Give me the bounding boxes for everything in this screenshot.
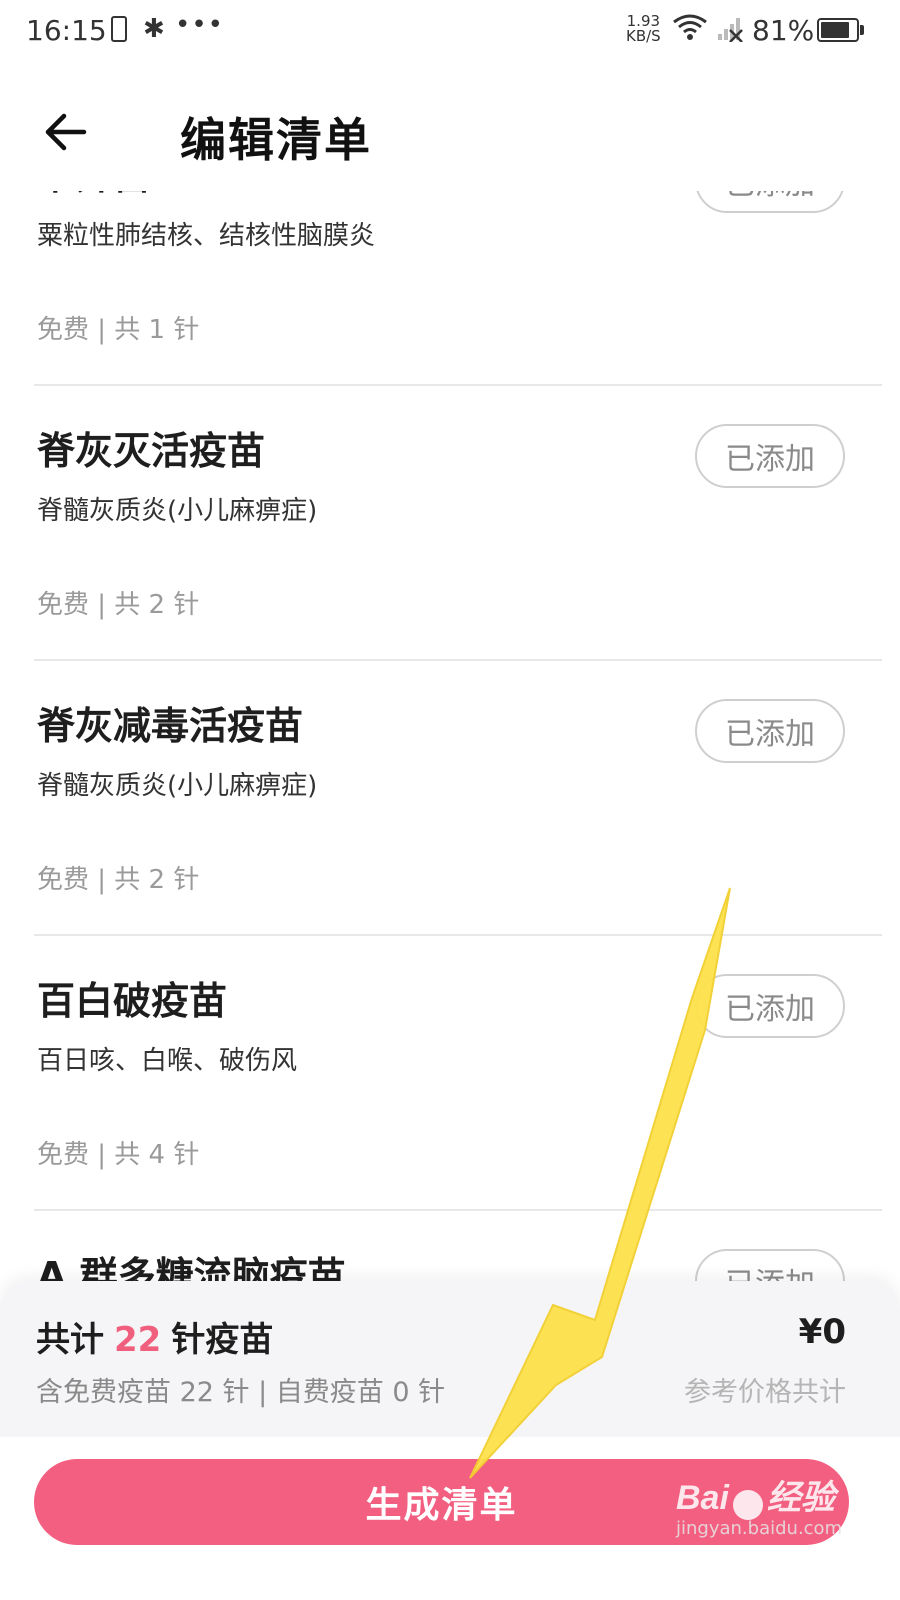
vaccine-name: A 群多糖流脑疫苗 [37, 1254, 346, 1281]
bluetooth-icon: ✱ [143, 14, 165, 44]
added-button[interactable]: 已添加 [695, 974, 845, 1038]
paw-icon [732, 1489, 763, 1520]
vaccine-meta: 免费 | 共 2 针 [37, 865, 200, 895]
vaccine-item: 百白破疫苗 百日咳、白喉、破伤风 免费 | 共 4 针 已添加 [34, 936, 882, 1211]
battery-percent: 81% [752, 14, 815, 47]
vaccine-item: 脊灰减毒活疫苗 脊髓灰质炎(小儿麻痹症) 免费 | 共 2 针 已添加 [34, 661, 882, 936]
status-time: 16:15 [26, 14, 107, 47]
vaccine-name: 百白破疫苗 [37, 979, 228, 1023]
vaccine-item: A 群多糖流脑疫苗 已添加 [34, 1211, 882, 1281]
app-header: 编辑清单 [0, 66, 900, 191]
watermark-logo-suffix: 经验 [766, 1479, 835, 1517]
status-bar: 16:15 ✱ ••• 1.93 KB/S 81% [0, 0, 900, 66]
watermark-logo: Bai [676, 1479, 729, 1517]
vaccine-description: 脊髓灰质炎(小儿麻痹症) [37, 771, 318, 801]
battery-icon [817, 18, 859, 42]
more-notifications-icon: ••• [175, 10, 225, 40]
vibrate-icon [111, 16, 127, 42]
vaccine-name: 脊灰灭活疫苗 [37, 429, 266, 473]
vaccine-meta: 免费 | 共 4 针 [37, 1140, 200, 1170]
battery-tip [860, 25, 864, 35]
page-title: 编辑清单 [180, 113, 372, 167]
vaccine-description: 粟粒性肺结核、结核性脑膜炎 [37, 221, 376, 251]
network-speed: 1.93 KB/S [626, 14, 661, 44]
added-button[interactable]: 已添加 [695, 1249, 845, 1281]
price-note: 参考价格共计 [684, 1377, 846, 1408]
vaccine-description: 百日咳、白喉、破伤风 [37, 1046, 298, 1076]
watermark-url: jingyan.baidu.com [676, 1518, 843, 1539]
vaccine-name: 脊灰减毒活疫苗 [37, 704, 304, 748]
baidu-watermark: Bai 经验 jingyan.baidu.com [676, 1470, 842, 1539]
vaccine-item: 卡介苗 粟粒性肺结核、结核性脑膜炎 免费 | 共 1 针 已添加 [34, 191, 882, 386]
total-price: ¥0 [798, 1312, 846, 1352]
added-button[interactable]: 已添加 [695, 191, 845, 213]
total-prefix: 共计 [36, 1320, 104, 1360]
added-button[interactable]: 已添加 [695, 699, 845, 763]
summary-panel: 共计 22 针疫苗 ¥0 含免费疫苗 22 针 | 自费疫苗 0 针 参考价格共计 [0, 1282, 900, 1437]
added-button[interactable]: 已添加 [695, 424, 845, 488]
total-shots: 共计 22 针疫苗 [36, 1312, 273, 1361]
wifi-icon [673, 14, 707, 40]
shots-breakdown: 含免费疫苗 22 针 | 自费疫苗 0 针 [36, 1377, 446, 1408]
vaccine-description: 脊髓灰质炎(小儿麻痹症) [37, 496, 318, 526]
back-arrow-icon[interactable] [40, 106, 92, 158]
vaccine-meta: 免费 | 共 2 针 [37, 590, 200, 620]
total-suffix: 针疫苗 [171, 1320, 274, 1360]
vaccine-name: 卡介苗 [37, 191, 151, 200]
network-speed-unit: KB/S [626, 27, 661, 45]
signal-icon [718, 18, 743, 42]
total-count: 22 [114, 1320, 162, 1360]
vaccine-list[interactable]: 卡介苗 粟粒性肺结核、结核性脑膜炎 免费 | 共 1 针 已添加 脊灰灭活疫苗 … [0, 191, 900, 1281]
vaccine-meta: 免费 | 共 1 针 [37, 315, 200, 345]
battery-fill [821, 22, 849, 38]
vaccine-item: 脊灰灭活疫苗 脊髓灰质炎(小儿麻痹症) 免费 | 共 2 针 已添加 [34, 386, 882, 661]
